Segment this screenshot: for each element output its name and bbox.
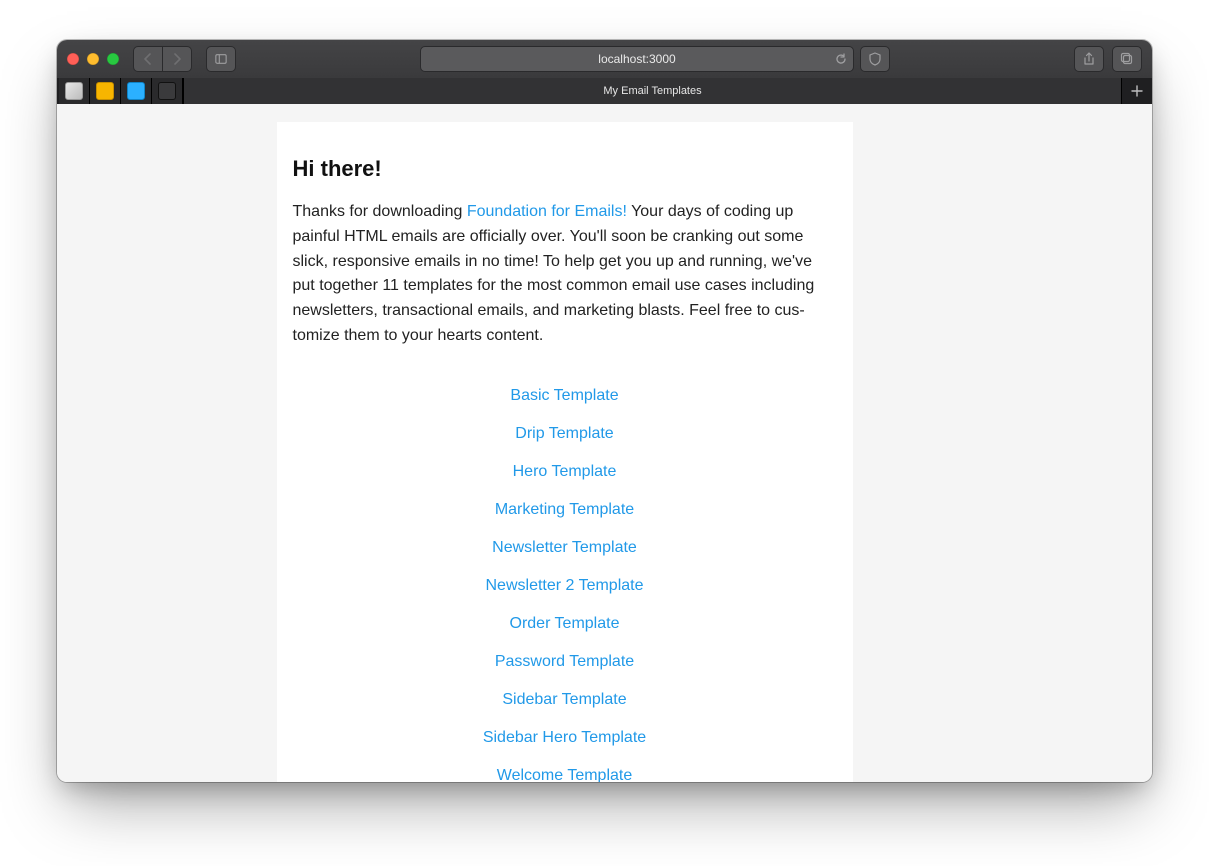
sidebar-icon — [215, 53, 227, 65]
toolbar-right — [1074, 46, 1142, 72]
forward-button[interactable] — [163, 46, 192, 72]
list-item: Welcome Template — [293, 757, 837, 782]
window-close-button[interactable] — [67, 53, 79, 65]
template-link-sidebar-hero[interactable]: Sidebar Hero Template — [483, 729, 646, 746]
address-bar-group: localhost:3000 — [420, 46, 890, 72]
show-tabs-button[interactable] — [1112, 46, 1142, 72]
list-item: Marketing Template — [293, 491, 837, 529]
page-heading: Hi there! — [293, 156, 837, 182]
favorite-1[interactable] — [59, 78, 90, 104]
list-item: Hero Template — [293, 453, 837, 491]
foundation-link[interactable]: Foundation for Emails! — [467, 203, 627, 220]
shield-icon — [868, 52, 882, 66]
favicon-icon — [96, 82, 114, 100]
template-link-order[interactable]: Order Template — [510, 615, 620, 632]
template-link-password[interactable]: Password Template — [495, 653, 634, 670]
tabs-icon — [1120, 52, 1134, 66]
list-item: Password Template — [293, 643, 837, 681]
nav-back-forward — [133, 46, 192, 72]
list-item: Newsletter Template — [293, 529, 837, 567]
favicon-icon — [65, 82, 83, 100]
template-list: Basic Template Drip Template Hero Templa… — [293, 377, 837, 782]
intro-paragraph: Thanks for downloading Foundation for Em… — [293, 200, 837, 349]
new-tab-button[interactable] — [1122, 78, 1152, 104]
reload-button[interactable] — [835, 53, 847, 65]
list-item: Drip Template — [293, 415, 837, 453]
page-content: Hi there! Thanks for downloading Foundat… — [277, 122, 853, 782]
window-zoom-button[interactable] — [107, 53, 119, 65]
chevron-left-icon — [142, 53, 154, 65]
traffic-lights — [67, 53, 119, 65]
template-link-welcome[interactable]: Welcome Template — [497, 767, 632, 782]
privacy-report-button[interactable] — [860, 46, 890, 72]
list-item: Sidebar Template — [293, 681, 837, 719]
share-icon — [1082, 52, 1096, 66]
show-sidebar-button[interactable] — [206, 46, 236, 72]
favorites-bar — [57, 78, 183, 104]
tab-title-text: My Email Templates — [603, 85, 701, 97]
window-minimize-button[interactable] — [87, 53, 99, 65]
template-link-hero[interactable]: Hero Template — [513, 463, 617, 480]
template-link-basic[interactable]: Basic Template — [510, 387, 618, 404]
browser-toolbar: localhost:3000 — [57, 40, 1152, 78]
list-item: Sidebar Hero Template — [293, 719, 837, 757]
share-button[interactable] — [1074, 46, 1104, 72]
favicon-icon — [127, 82, 145, 100]
favorite-3[interactable] — [121, 78, 152, 104]
address-text: localhost:3000 — [598, 52, 675, 66]
page-viewport[interactable]: Hi there! Thanks for downloading Foundat… — [57, 104, 1152, 782]
intro-text-after: Your days of coding up painful HTML emai… — [293, 203, 815, 344]
template-link-marketing[interactable]: Marketing Template — [495, 501, 634, 518]
template-link-newsletter-2[interactable]: Newsletter 2 Template — [486, 577, 644, 594]
list-item: Basic Template — [293, 377, 837, 415]
list-item: Order Template — [293, 605, 837, 643]
template-link-sidebar[interactable]: Sidebar Template — [502, 691, 626, 708]
tab-bar: My Email Templates — [57, 78, 1152, 104]
list-item: Newsletter 2 Template — [293, 567, 837, 605]
active-tab[interactable]: My Email Templates — [183, 78, 1122, 104]
favorite-2[interactable] — [90, 78, 121, 104]
chevron-right-icon — [171, 53, 183, 65]
intro-text-before: Thanks for downloading — [293, 203, 467, 220]
browser-window: localhost:3000 — [57, 40, 1152, 782]
template-link-drip[interactable]: Drip Template — [515, 425, 613, 442]
back-button[interactable] — [133, 46, 163, 72]
address-bar[interactable]: localhost:3000 — [420, 46, 854, 72]
reload-icon — [835, 53, 847, 65]
plus-icon — [1131, 85, 1143, 97]
template-link-newsletter[interactable]: Newsletter Template — [492, 539, 637, 556]
favorite-4[interactable] — [152, 78, 183, 104]
favicon-icon — [158, 82, 176, 100]
